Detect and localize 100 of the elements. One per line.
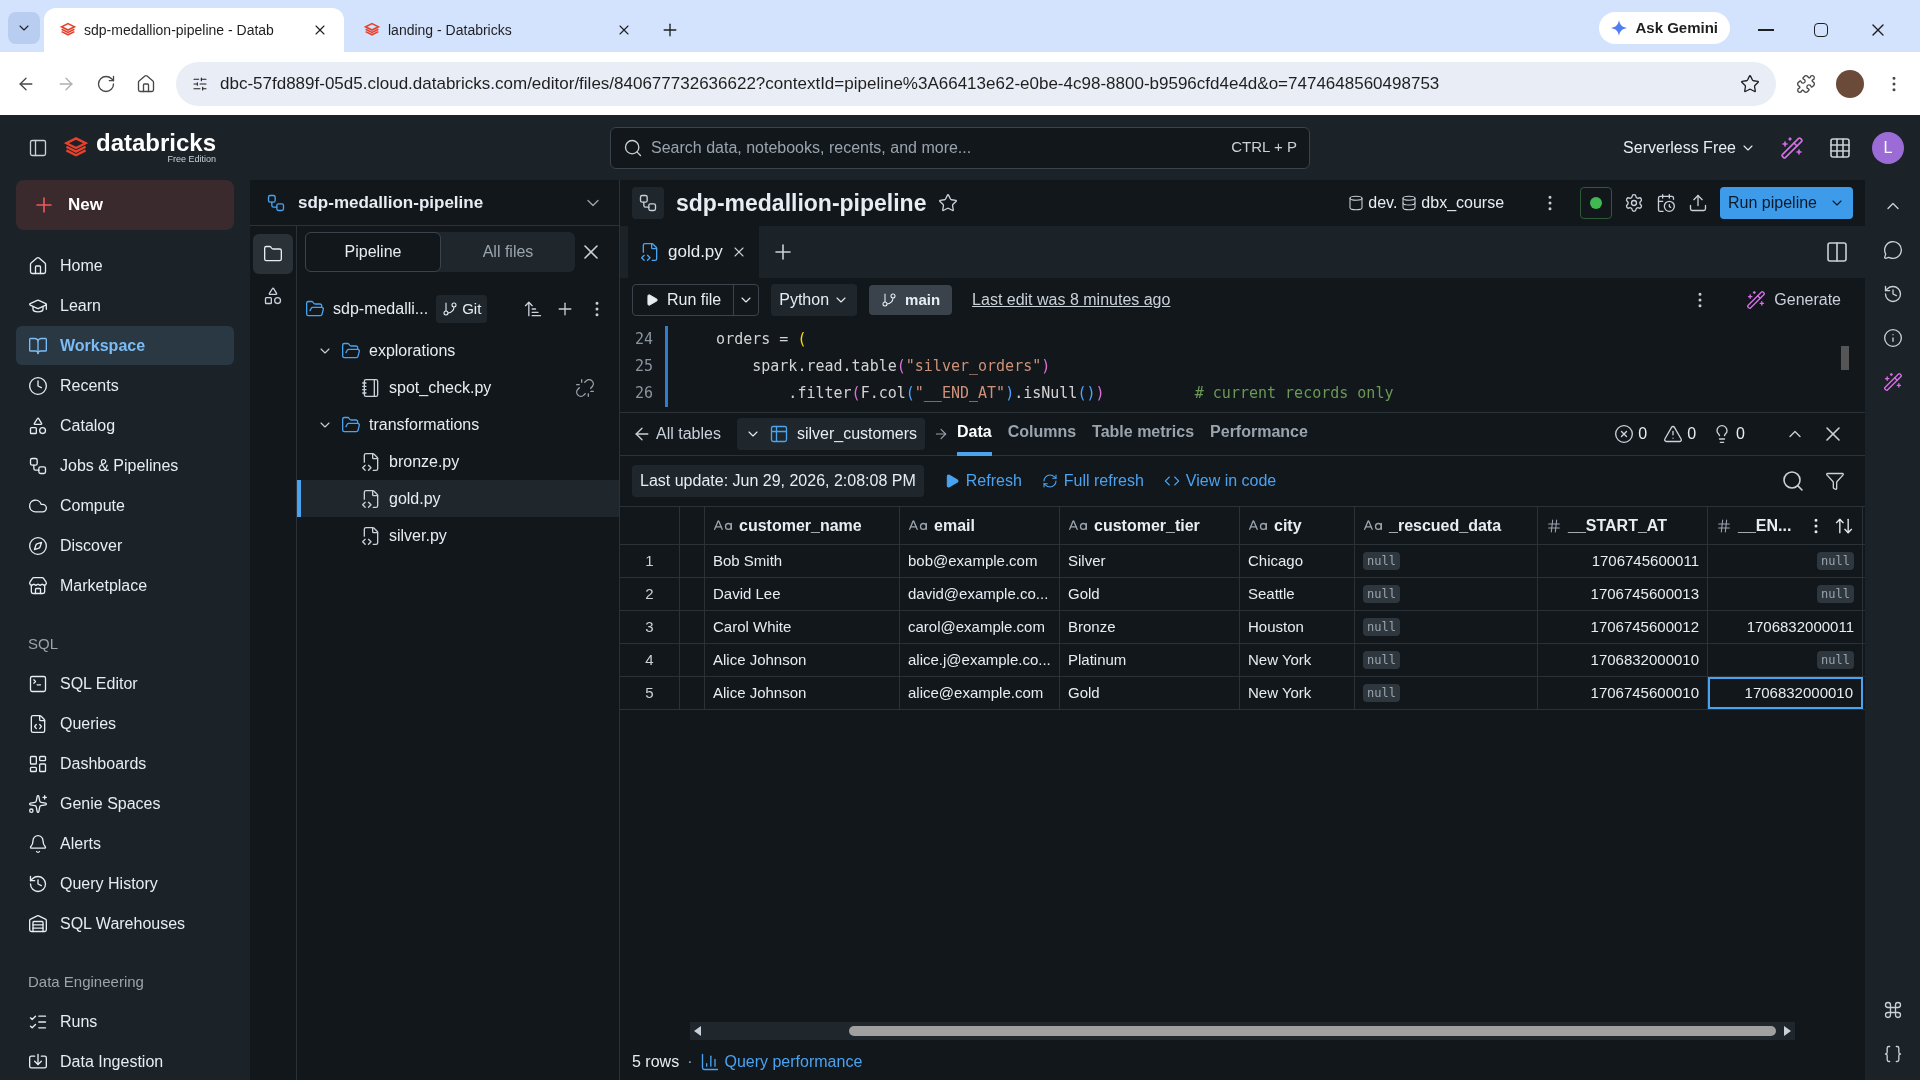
table-cell[interactable]: 1706832000010 xyxy=(1708,677,1863,709)
sidebar-item[interactable]: Genie Spaces xyxy=(16,784,234,823)
assistant-icon[interactable] xyxy=(1780,135,1804,160)
browser-tab[interactable]: sdp-medallion-pipeline - Datab xyxy=(44,8,344,52)
address-field[interactable]: dbc-57fd889f-05d5.cloud.databricks.com/editor/files/840677732636622?contextId=pipeline%3A66413e62-e0be-4c98-8800-b9596cfd4e4d&o=7474648560498753 xyxy=(176,61,1776,106)
share-icon[interactable] xyxy=(1688,193,1709,213)
table-cell[interactable]: Alice Johnson xyxy=(705,644,900,676)
table-cell[interactable]: alice.j@example.co... xyxy=(900,644,1060,676)
column-header[interactable]: __EN... xyxy=(1708,507,1863,544)
home-icon[interactable] xyxy=(136,73,156,94)
sidebar-item[interactable]: Dashboards xyxy=(16,744,234,783)
results-tab[interactable]: Table metrics xyxy=(1092,412,1195,456)
sidebar-item[interactable]: Home xyxy=(16,246,234,285)
user-avatar[interactable]: L xyxy=(1872,131,1904,164)
info-icon[interactable] xyxy=(1882,328,1903,348)
tree-item[interactable]: gold.py xyxy=(297,480,619,517)
sidebar-item[interactable]: SQL Editor xyxy=(16,664,234,703)
table-cell[interactable]: 1706745600012 xyxy=(1538,611,1708,643)
table-cell[interactable]: Bob Smith xyxy=(705,545,900,577)
table-cell[interactable]: Alice Johnson xyxy=(705,677,900,709)
table-cell[interactable]: Carol White xyxy=(705,611,900,643)
table-cell[interactable]: Gold xyxy=(1060,677,1240,709)
query-performance-link[interactable]: Query performance xyxy=(700,1050,863,1074)
table-cell[interactable]: david@example.co... xyxy=(900,578,1060,610)
tree-item[interactable]: explorations xyxy=(297,332,619,369)
table-cell[interactable]: Bronze xyxy=(1060,611,1240,643)
assistant-icon[interactable] xyxy=(1882,372,1903,392)
search-icon[interactable] xyxy=(1781,469,1805,493)
split-view-icon[interactable] xyxy=(1825,240,1849,264)
command-icon[interactable] xyxy=(1882,1000,1903,1020)
sidebar-item[interactable]: Catalog xyxy=(16,406,234,445)
sidebar-item[interactable]: Discover xyxy=(16,526,234,565)
sidebar-item[interactable]: Queries xyxy=(16,704,234,743)
history-icon[interactable] xyxy=(1882,284,1903,304)
sidebar-item[interactable]: Data Ingestion xyxy=(16,1042,234,1080)
sidebar-item[interactable]: Recents xyxy=(16,366,234,405)
new-button[interactable]: New xyxy=(16,180,234,230)
all-tables-link[interactable]: All tables xyxy=(632,422,721,446)
table-cell[interactable]: 1706832000010 xyxy=(1538,644,1708,676)
table-cell[interactable]: null xyxy=(1708,578,1863,610)
panel-tab[interactable]: All files xyxy=(441,232,575,272)
results-tab[interactable]: Data xyxy=(956,412,992,456)
table-cell[interactable]: 1706745600011 xyxy=(1538,545,1708,577)
table-cell[interactable]: bob@example.com xyxy=(900,545,1060,577)
ask-gemini-button[interactable]: Ask Gemini xyxy=(1599,12,1730,44)
schedule-icon[interactable] xyxy=(1656,193,1677,213)
apps-grid-icon[interactable] xyxy=(1828,135,1852,160)
branch-button[interactable]: main xyxy=(869,285,953,315)
table-cell[interactable]: null xyxy=(1355,578,1538,610)
table-cell[interactable]: New York xyxy=(1240,677,1355,709)
profile-avatar[interactable] xyxy=(1836,69,1864,98)
tree-item[interactable]: transformations xyxy=(297,406,619,443)
browser-tab[interactable]: landing - Databricks xyxy=(348,8,648,52)
column-header[interactable]: customer_name xyxy=(705,507,900,544)
sidebar-item[interactable]: Workspace xyxy=(16,326,234,365)
table-cell[interactable]: Platinum xyxy=(1060,644,1240,676)
sidebar-item[interactable]: Alerts xyxy=(16,824,234,863)
action-link[interactable]: Full refresh xyxy=(1041,469,1144,493)
sidebar-item[interactable]: Query History xyxy=(16,864,234,903)
tree-item[interactable]: spot_check.py xyxy=(297,369,619,406)
column-header[interactable]: __START_AT xyxy=(1538,507,1708,544)
table-cell[interactable]: 1706745600010 xyxy=(1538,677,1708,709)
table-cell[interactable]: Chicago xyxy=(1240,545,1355,577)
table-cell[interactable]: New York xyxy=(1240,644,1355,676)
table-cell[interactable]: null xyxy=(1355,644,1538,676)
sidebar-item[interactable]: Compute xyxy=(16,486,234,525)
site-settings-icon[interactable] xyxy=(192,75,208,92)
last-edit-link[interactable]: Last edit was 8 minutes ago xyxy=(972,288,1171,312)
generate-button[interactable]: Generate xyxy=(1746,288,1853,312)
table-cell[interactable]: Gold xyxy=(1060,578,1240,610)
tree-item[interactable]: silver.py xyxy=(297,517,619,554)
table-cell[interactable]: null xyxy=(1708,644,1863,676)
tree-item[interactable]: bronze.py xyxy=(297,443,619,480)
file-tab[interactable]: gold.py xyxy=(628,226,759,278)
scrollbar-thumb[interactable] xyxy=(1841,346,1849,370)
run-pipeline-button[interactable]: Run pipeline xyxy=(1720,187,1853,219)
table-selector[interactable]: silver_customers xyxy=(736,418,925,450)
tree-root[interactable]: sdp-medalli... xyxy=(333,297,429,321)
table-cell[interactable]: null xyxy=(1355,677,1538,709)
table-cell[interactable]: 1706745600013 xyxy=(1538,578,1708,610)
table-cell[interactable]: David Lee xyxy=(705,578,900,610)
settings-icon[interactable] xyxy=(1624,193,1645,213)
table-cell[interactable]: null xyxy=(1708,545,1863,577)
extensions-icon[interactable] xyxy=(1796,73,1816,94)
comments-icon[interactable] xyxy=(1882,240,1903,260)
sidebar-item[interactable]: Learn xyxy=(16,286,234,325)
action-link[interactable]: View in code xyxy=(1163,469,1277,493)
table-cell[interactable]: null xyxy=(1355,545,1538,577)
shapes-icon[interactable] xyxy=(263,286,283,306)
table-cell[interactable]: Houston xyxy=(1240,611,1355,643)
reload-icon[interactable] xyxy=(96,73,116,94)
column-header[interactable]: customer_tier xyxy=(1060,507,1240,544)
results-tab[interactable]: Columns xyxy=(1007,412,1077,456)
sidebar-item[interactable]: Marketplace xyxy=(16,566,234,605)
language-selector[interactable]: Python xyxy=(771,284,858,316)
table-cell[interactable]: 1706832000011 xyxy=(1708,611,1863,643)
table-cell[interactable]: Seattle xyxy=(1240,578,1355,610)
panel-tab[interactable]: Pipeline xyxy=(305,232,441,272)
run-file-button[interactable]: Run file xyxy=(632,284,760,316)
column-header[interactable]: email xyxy=(900,507,1060,544)
